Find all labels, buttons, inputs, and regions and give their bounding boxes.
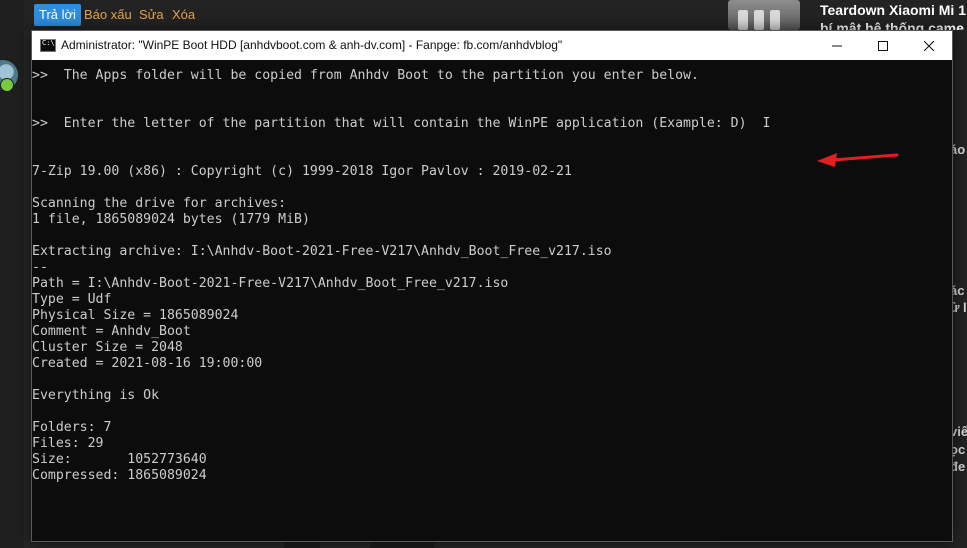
maximize-icon — [878, 40, 888, 51]
maximize-button[interactable] — [860, 31, 906, 60]
console-app-icon: C:\ — [40, 39, 56, 52]
console-output-text: >> The Apps folder will be copied from A… — [32, 68, 771, 483]
red-arrow-annotation — [817, 153, 899, 167]
online-badge-icon — [0, 78, 14, 92]
edit-button[interactable]: Sửa — [134, 4, 169, 26]
close-button[interactable] — [906, 31, 952, 60]
reply-button[interactable]: Trả lời — [34, 4, 81, 26]
article-subtitle[interactable]: bí mật hệ thống came — [820, 20, 964, 30]
article-thumbnail[interactable] — [728, 0, 800, 30]
delete-button[interactable]: Xóa — [167, 4, 200, 26]
minimize-icon — [832, 45, 842, 46]
close-icon — [924, 40, 934, 51]
console-window[interactable]: C:\ Administrator: "WinPE Boot HDD [anhd… — [31, 30, 953, 542]
report-button[interactable]: Báo xấu — [79, 4, 137, 26]
window-title: Administrator: "WinPE Boot HDD [anhdvboo… — [61, 38, 563, 52]
post-actions-bar: Trả lời Báo xấu Sửa Xóa — [24, 0, 720, 30]
article-title[interactable]: Teardown Xiaomi Mi 1 — [820, 2, 966, 18]
console-output-area[interactable]: >> The Apps folder will be copied from A… — [32, 60, 950, 539]
window-titlebar[interactable]: C:\ Administrator: "WinPE Boot HDD [anhd… — [32, 31, 952, 60]
minimize-button[interactable] — [814, 31, 860, 60]
